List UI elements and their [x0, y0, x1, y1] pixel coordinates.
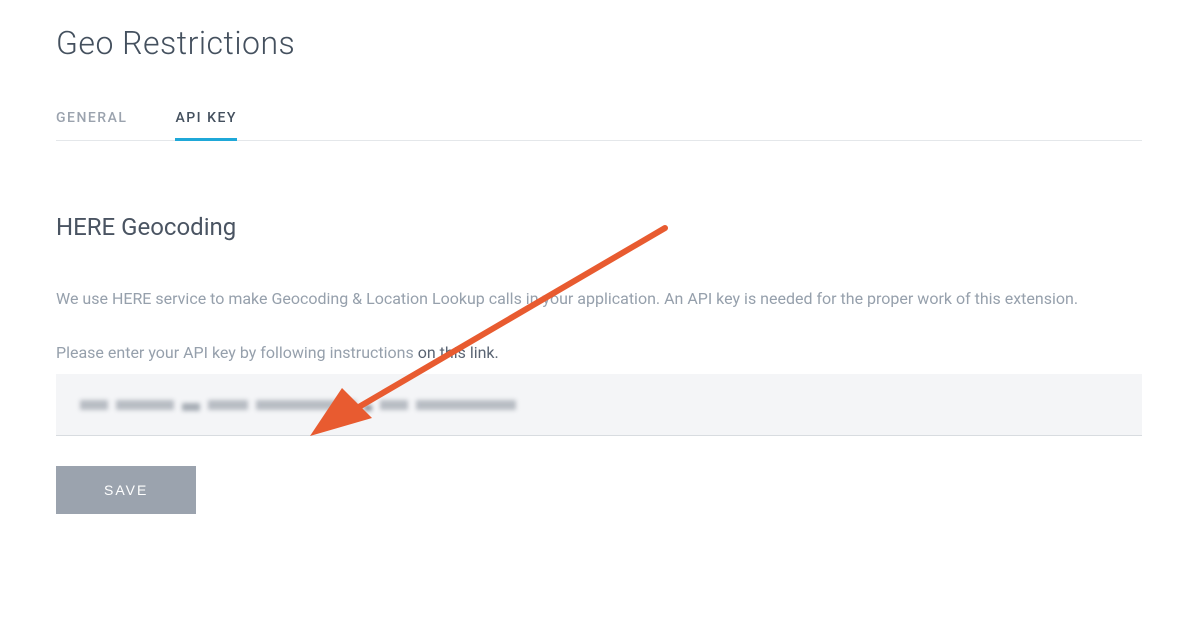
section-description: We use HERE service to make Geocoding & … — [56, 287, 1142, 311]
instruction-link[interactable]: on this link. — [418, 343, 499, 362]
tab-api-key[interactable]: API Key — [175, 110, 236, 140]
api-key-input[interactable] — [56, 374, 1142, 436]
save-button[interactable]: Save — [56, 466, 196, 514]
api-key-input-wrapper — [56, 374, 1142, 436]
section-title: HERE Geocoding — [56, 213, 1142, 241]
tab-general[interactable]: General — [56, 110, 127, 140]
page-title: Geo Restrictions — [56, 24, 1142, 62]
instruction-prefix: Please enter your API key by following i… — [56, 343, 418, 362]
tabs-bar: General API Key — [56, 110, 1142, 141]
api-key-instruction: Please enter your API key by following i… — [56, 343, 1142, 362]
